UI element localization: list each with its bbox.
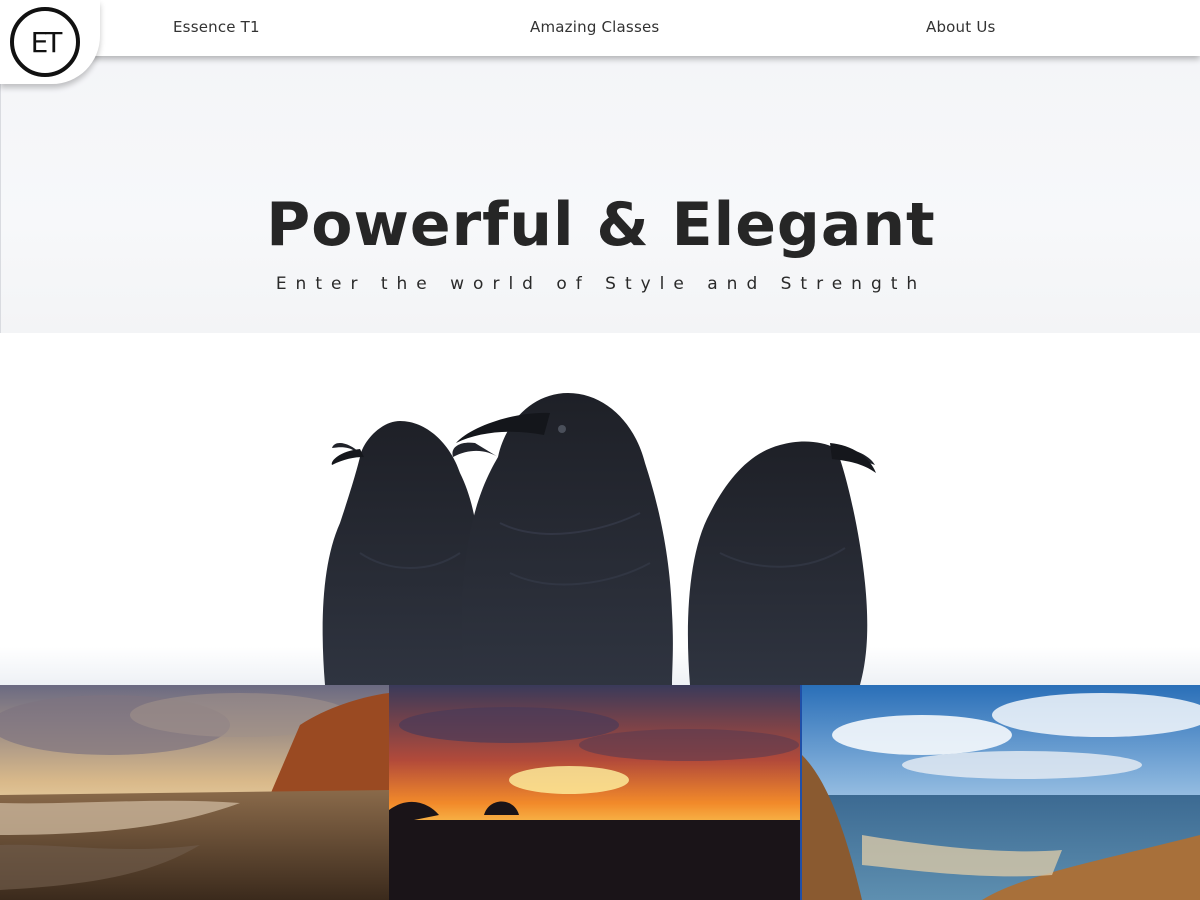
hero-subtitle: Enter the world of Style and Strength	[275, 274, 927, 294]
logo-circle: ET	[10, 7, 80, 77]
ravens-image	[322, 393, 876, 685]
gallery-photo-coast[interactable]	[800, 685, 1200, 900]
nav-link-essence[interactable]: Essence T1	[173, 18, 260, 36]
photo-gallery	[0, 685, 1200, 900]
nav-link-about[interactable]: About Us	[926, 18, 996, 36]
hero-banner: Powerful & Elegant Enter the world of St…	[0, 56, 1200, 333]
logo-text: ET	[30, 25, 63, 59]
nav-link-classes[interactable]: Amazing Classes	[530, 18, 659, 36]
ravens-section	[0, 333, 1200, 685]
hero-title: Powerful & Elegant	[266, 190, 936, 260]
gallery-photo-beach-cliff[interactable]	[0, 685, 389, 900]
top-nav: Essence T1 Amazing Classes About Us	[0, 0, 1200, 56]
gallery-photo-sunset[interactable]	[389, 685, 800, 900]
